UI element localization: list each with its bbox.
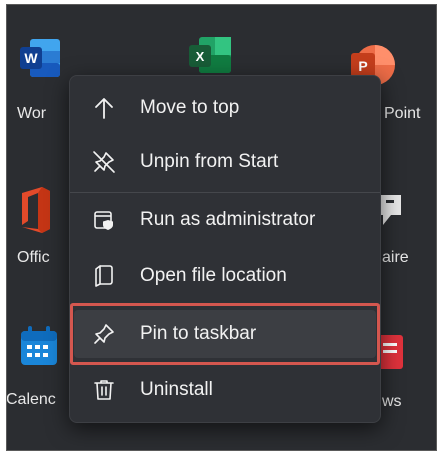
app-label-news: ws: [382, 393, 402, 410]
shield-icon: [90, 206, 118, 234]
highlight-box: [70, 303, 380, 365]
svg-text:W: W: [24, 50, 38, 66]
menu-separator: [70, 192, 380, 193]
menu-item-label: Uninstall: [140, 379, 213, 400]
calendar-icon: [21, 326, 57, 365]
excel-icon: X: [189, 37, 231, 73]
trash-icon: [90, 376, 118, 404]
menu-item-label: Run as administrator: [140, 209, 316, 230]
menu-item-open-file-location[interactable]: Open file location: [74, 252, 376, 300]
svg-text:P: P: [358, 58, 367, 74]
context-menu: Move to top Unpin from Start Run as admi…: [69, 75, 381, 423]
file-location-icon: [90, 262, 118, 290]
menu-item-unpin-from-start[interactable]: Unpin from Start: [74, 138, 376, 186]
word-icon: W: [20, 39, 60, 77]
menu-item-label: Move to top: [140, 97, 240, 118]
menu-item-uninstall[interactable]: Uninstall: [74, 366, 376, 414]
app-label-office: Offic: [17, 249, 50, 266]
start-menu-background: W Wor X P Point Offic aire Calenc ws Mov…: [7, 5, 436, 450]
app-label-calendar: Calenc: [7, 391, 56, 408]
unpin-icon: [90, 148, 118, 176]
menu-item-move-to-top[interactable]: Move to top: [74, 84, 376, 132]
menu-item-label: Open file location: [140, 265, 287, 286]
office-icon: [22, 187, 50, 233]
app-label-feedback: aire: [382, 249, 409, 266]
arrow-up-icon: [90, 94, 118, 122]
app-label-powerpoint: Point: [384, 105, 421, 122]
menu-item-run-as-administrator[interactable]: Run as administrator: [74, 196, 376, 244]
app-label-word: Wor: [17, 105, 47, 122]
svg-text:X: X: [196, 49, 205, 64]
menu-item-label: Unpin from Start: [140, 151, 279, 172]
